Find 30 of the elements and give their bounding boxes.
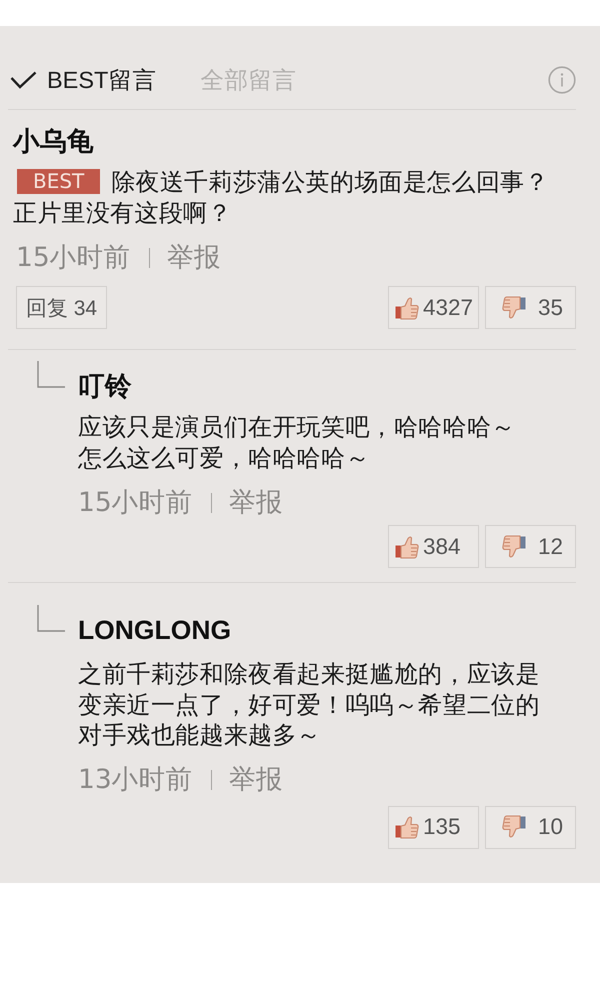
best-badge: BEST xyxy=(17,169,100,194)
reply-corner-icon xyxy=(37,361,65,388)
tab-button[interactable]: BEST留言 xyxy=(10,64,156,96)
reply-button[interactable]: 回复 34 xyxy=(16,286,107,329)
comment-text: 应该只是演员们在开玩笑吧，哈哈哈哈～ xyxy=(78,413,516,441)
author-name: 叮铃 xyxy=(78,370,133,403)
like-button[interactable]: 4327 xyxy=(388,286,479,329)
dislike-button[interactable]: 12 xyxy=(485,525,576,568)
thumbs-down-icon xyxy=(502,815,526,839)
author-name: LONGLONG xyxy=(78,614,232,647)
comment-text: 除夜送千莉莎蒲公英的场面是怎么回事？ xyxy=(111,168,549,196)
thumbs-up-icon xyxy=(395,534,419,558)
like-button[interactable]: 384 xyxy=(388,525,479,568)
check-icon xyxy=(10,71,37,89)
dislike-button[interactable]: 35 xyxy=(485,286,576,329)
thumbs-up-icon xyxy=(395,296,419,320)
thumbs-down-icon xyxy=(502,534,526,558)
comment-text: 之前千莉莎和除夜看起来挺尴尬的，应该是变亲近一点了，好可爱！呜呜～希望二位的对手戏也能越来越多～ xyxy=(78,660,540,749)
info-icon[interactable] xyxy=(548,66,576,94)
comment-text: 怎么这么可爱，哈哈哈哈～ xyxy=(78,444,370,472)
dislike-button[interactable]: 10 xyxy=(485,806,576,848)
timestamp: 13小时前 xyxy=(78,764,193,796)
timestamp: 15小时前 xyxy=(16,242,131,274)
thumbs-up-icon xyxy=(395,815,419,839)
author-name: 小乌龟 xyxy=(13,125,95,158)
reply-corner-icon xyxy=(37,605,65,632)
timestamp: 15小时前 xyxy=(78,487,193,519)
like-button[interactable]: 135 xyxy=(388,806,479,848)
thumbs-down-icon xyxy=(502,296,526,320)
comment-text: 正片里没有这段啊？ xyxy=(13,199,232,227)
